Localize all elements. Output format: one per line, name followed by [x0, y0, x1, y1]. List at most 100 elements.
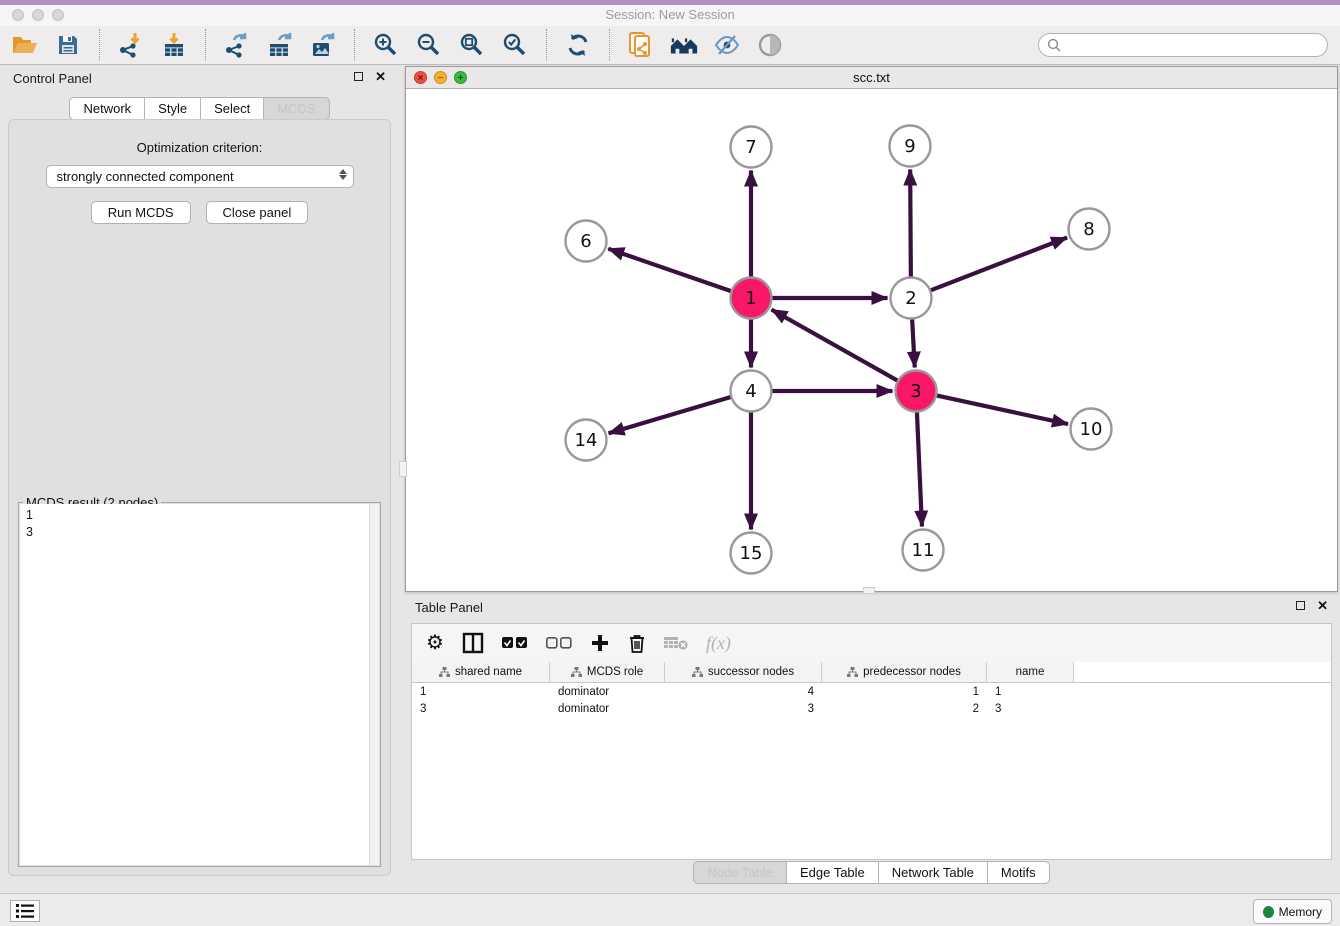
- close-panel-icon[interactable]: ✕: [1317, 600, 1328, 611]
- graph-node-4[interactable]: 4: [731, 371, 772, 412]
- zoom-in-icon[interactable]: [371, 30, 401, 60]
- table-cell[interactable]: 2: [822, 703, 987, 715]
- graph-node-14[interactable]: 14: [566, 420, 607, 461]
- column-header-predecessor-nodes[interactable]: predecessor nodes: [822, 662, 987, 682]
- mcds-result-box: MCDS result (2 nodes) 1 3: [18, 502, 381, 867]
- tab-edge-table[interactable]: Edge Table: [787, 861, 879, 884]
- app-title: Session: New Session: [0, 7, 1340, 22]
- tab-style[interactable]: Style: [145, 97, 201, 120]
- mcds-pane: Optimization criterion: strongly connect…: [8, 119, 391, 876]
- table-cell[interactable]: 3: [665, 703, 822, 715]
- graph-node-7[interactable]: 7: [731, 127, 772, 168]
- graph-node-10[interactable]: 10: [1071, 409, 1112, 450]
- graph-node-label: 4: [745, 381, 756, 402]
- table-header-row: shared nameMCDS rolesuccessor nodesprede…: [412, 662, 1331, 683]
- tab-network[interactable]: Network: [69, 97, 145, 120]
- table-cell[interactable]: 1: [412, 686, 550, 698]
- graph-node-2[interactable]: 2: [891, 278, 932, 319]
- tab-node-table[interactable]: Node Table: [693, 861, 787, 884]
- delete-icon[interactable]: [628, 633, 646, 654]
- open-session-icon[interactable]: [10, 30, 40, 60]
- status-bar: Memory: [0, 893, 1340, 926]
- column-sort-icon: [571, 667, 582, 678]
- export-network-icon[interactable]: [222, 30, 252, 60]
- float-panel-icon[interactable]: [354, 72, 363, 81]
- close-panel-button[interactable]: Close panel: [206, 201, 309, 224]
- function-fx-icon: f(x): [706, 633, 731, 654]
- result-scrollbar[interactable]: [369, 504, 379, 865]
- import-table-icon[interactable]: [159, 30, 189, 60]
- graph-edge-3-11[interactable]: [917, 412, 922, 526]
- task-list-icon: [16, 903, 34, 919]
- zoom-fit-icon[interactable]: [457, 30, 487, 60]
- table-cell[interactable]: 3: [412, 703, 550, 715]
- show-eye-icon[interactable]: [755, 30, 785, 60]
- home-pages-icon[interactable]: [669, 30, 699, 60]
- graph-edge-2-3[interactable]: [912, 319, 915, 367]
- graph-edge-1-6[interactable]: [608, 249, 730, 291]
- table-panel: Table Panel ✕ ⚙: [405, 595, 1338, 887]
- column-sort-icon: [692, 667, 703, 678]
- deselect-all-checkbox-icon[interactable]: [546, 637, 572, 650]
- column-header-name[interactable]: name: [987, 662, 1074, 682]
- graph-edge-3-1[interactable]: [771, 310, 897, 381]
- graph-edge-2-8[interactable]: [931, 237, 1067, 290]
- graph-node-8[interactable]: 8: [1069, 209, 1110, 250]
- zoom-out-icon[interactable]: [414, 30, 444, 60]
- float-panel-icon[interactable]: [1296, 601, 1305, 610]
- tab-network-table[interactable]: Network Table: [879, 861, 988, 884]
- graph-edge-3-10[interactable]: [937, 396, 1068, 424]
- graph-node-11[interactable]: 11: [903, 530, 944, 571]
- search-input[interactable]: [1066, 35, 1327, 55]
- table-row[interactable]: 1dominator411: [412, 683, 1331, 700]
- run-mcds-button[interactable]: Run MCDS: [91, 201, 191, 224]
- close-panel-icon[interactable]: ✕: [375, 71, 386, 82]
- column-layout-icon[interactable]: [462, 632, 484, 654]
- select-all-checkbox-icon[interactable]: [502, 637, 528, 650]
- memory-button[interactable]: Memory: [1253, 899, 1332, 924]
- column-header-mcds-role[interactable]: MCDS role: [550, 662, 665, 682]
- column-header-successor-nodes[interactable]: successor nodes: [665, 662, 822, 682]
- table-cell[interactable]: 1: [987, 686, 1074, 698]
- table-cell[interactable]: 4: [665, 686, 822, 698]
- criterion-select[interactable]: strongly connected component: [46, 165, 354, 188]
- table-cell[interactable]: 3: [987, 703, 1074, 715]
- clone-network-icon[interactable]: [626, 30, 656, 60]
- graph-node-6[interactable]: 6: [566, 221, 607, 262]
- settings-gear-icon[interactable]: ⚙: [426, 633, 444, 653]
- network-graph-canvas[interactable]: 7 9 6 8 1 2 4 3 14 10 15 11: [406, 89, 1337, 591]
- horizontal-splitter-handle[interactable]: [863, 587, 875, 594]
- mcds-result-text[interactable]: 1 3: [20, 504, 379, 865]
- refresh-layout-icon[interactable]: [563, 30, 593, 60]
- add-column-icon[interactable]: [590, 633, 610, 653]
- save-session-icon[interactable]: [53, 30, 83, 60]
- tab-motifs[interactable]: Motifs: [988, 861, 1050, 884]
- graph-edge-2-9[interactable]: [910, 169, 911, 276]
- export-image-icon[interactable]: [308, 30, 338, 60]
- graph-edge-4-14[interactable]: [609, 397, 731, 433]
- graph-node-1[interactable]: 1: [731, 278, 772, 319]
- graph-node-label: 6: [580, 231, 591, 252]
- import-network-icon[interactable]: [116, 30, 146, 60]
- table-panel-title: Table Panel: [415, 600, 483, 615]
- tab-mcds[interactable]: MCDS: [264, 97, 329, 120]
- node-table[interactable]: shared nameMCDS rolesuccessor nodesprede…: [412, 662, 1331, 859]
- graph-node-15[interactable]: 15: [731, 533, 772, 574]
- table-cell[interactable]: 1: [822, 686, 987, 698]
- table-row[interactable]: 3dominator323: [412, 700, 1331, 717]
- table-cell[interactable]: dominator: [550, 703, 665, 715]
- table-cell[interactable]: dominator: [550, 686, 665, 698]
- task-history-button[interactable]: [10, 900, 40, 922]
- graph-node-label: 9: [904, 136, 915, 157]
- vertical-splitter-handle[interactable]: [399, 461, 407, 477]
- export-table-icon[interactable]: [265, 30, 295, 60]
- column-sort-icon: [847, 667, 858, 678]
- graph-node-9[interactable]: 9: [890, 126, 931, 167]
- column-header-shared-name[interactable]: shared name: [412, 662, 550, 682]
- graph-node-3[interactable]: 3: [896, 371, 937, 412]
- toolbar-separator: [205, 29, 206, 61]
- zoom-selected-icon[interactable]: [500, 30, 530, 60]
- tab-select[interactable]: Select: [201, 97, 264, 120]
- hide-eye-icon[interactable]: [712, 30, 742, 60]
- toolbar-search[interactable]: [1038, 33, 1328, 57]
